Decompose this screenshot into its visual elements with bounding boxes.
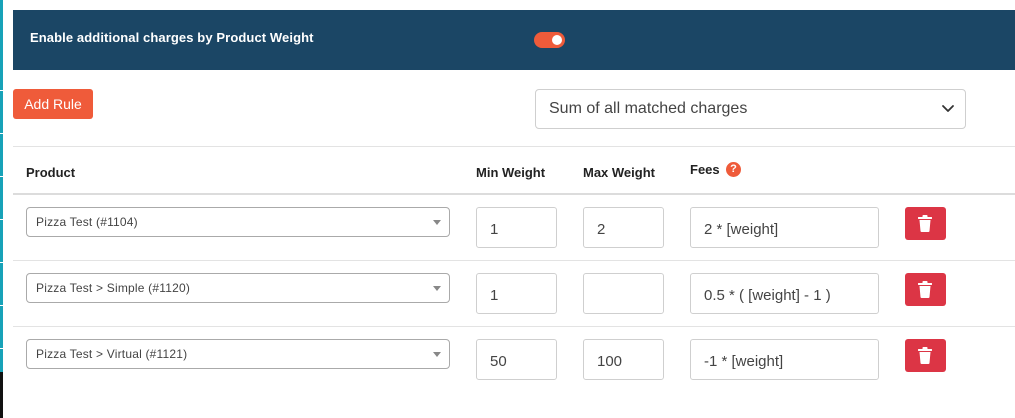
header-divider — [13, 193, 1015, 195]
product-select-value: Pizza Test (#1104) — [36, 215, 138, 229]
product-select-value: Pizza Test > Virtual (#1121) — [36, 347, 188, 361]
fees-input[interactable]: 2 * [weight] — [690, 207, 879, 248]
product-select-value: Pizza Test > Simple (#1120) — [36, 281, 191, 295]
charge-mode-select[interactable]: Sum of all matched charges — [535, 89, 966, 129]
caret-down-icon — [433, 352, 441, 357]
min-weight-input[interactable]: 1 — [476, 273, 557, 314]
max-weight-input[interactable]: 100 — [583, 339, 664, 380]
delete-rule-button[interactable] — [905, 273, 946, 306]
delete-rule-button[interactable] — [905, 207, 946, 240]
max-weight-input[interactable] — [583, 273, 664, 314]
add-rule-button[interactable]: Add Rule — [13, 89, 93, 119]
trash-icon — [918, 281, 932, 298]
question-circle-icon[interactable]: ? — [726, 162, 741, 177]
product-select[interactable]: Pizza Test (#1104) — [26, 207, 450, 237]
settings-header: Enable additional charges by Product Wei… — [13, 10, 1015, 70]
header-label: Enable additional charges by Product Wei… — [30, 30, 314, 45]
trash-icon — [918, 215, 932, 232]
max-weight-input[interactable]: 2 — [583, 207, 664, 248]
divider — [13, 146, 1015, 147]
column-header-min-weight: Min Weight — [476, 165, 546, 180]
column-header-fees: Fees — [690, 162, 720, 177]
fees-input[interactable]: 0.5 * ( [weight] - 1 ) — [690, 273, 879, 314]
charge-mode-value: Sum of all matched charges — [549, 100, 748, 117]
row-divider — [13, 260, 1015, 261]
caret-down-icon — [433, 286, 441, 291]
column-header-max-weight: Max Weight — [583, 165, 655, 180]
fees-input[interactable]: -1 * [weight] — [690, 339, 879, 380]
column-header-product: Product — [26, 165, 76, 180]
min-weight-input[interactable]: 50 — [476, 339, 557, 380]
product-select[interactable]: Pizza Test > Simple (#1120) — [26, 273, 450, 303]
toggle-knob — [552, 35, 562, 45]
row-divider — [13, 326, 1015, 327]
delete-rule-button[interactable] — [905, 339, 946, 372]
trash-icon — [918, 347, 932, 364]
caret-down-icon — [433, 220, 441, 225]
left-edge-strip — [0, 0, 3, 418]
product-select[interactable]: Pizza Test > Virtual (#1121) — [26, 339, 450, 369]
enable-charges-toggle[interactable] — [534, 32, 565, 48]
min-weight-input[interactable]: 1 — [476, 207, 557, 248]
chevron-down-icon — [942, 105, 954, 112]
